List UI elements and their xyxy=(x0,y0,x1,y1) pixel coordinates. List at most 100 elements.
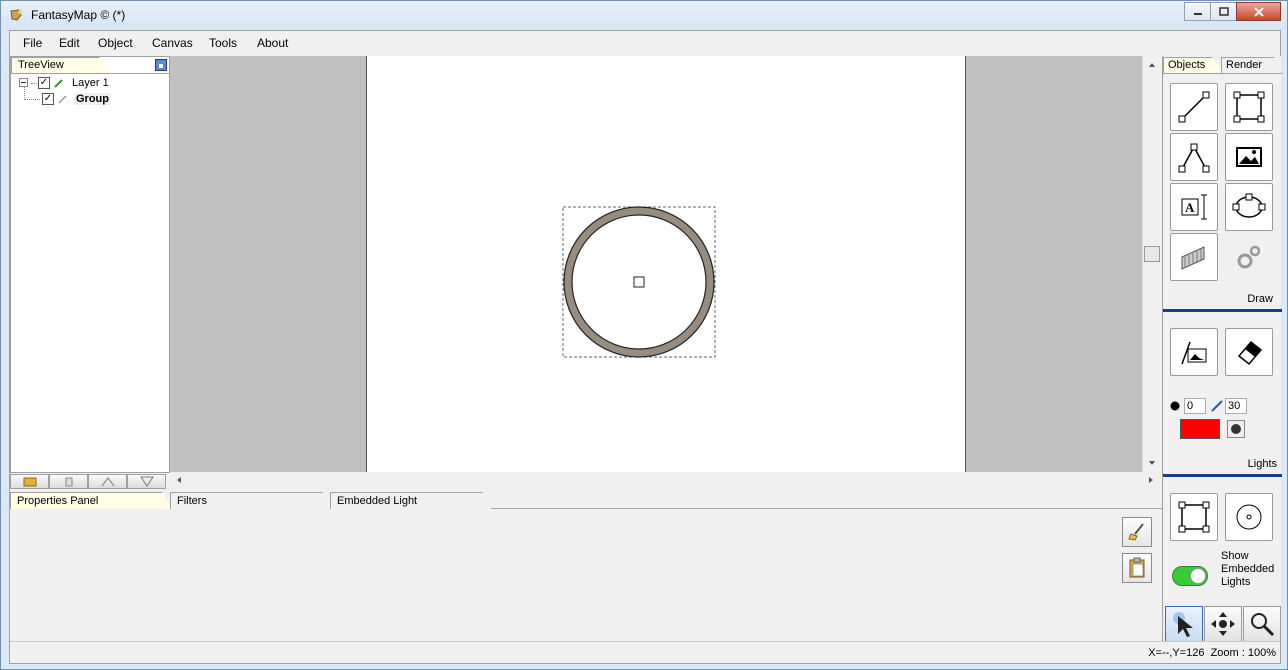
arrow-down-icon xyxy=(139,476,154,487)
select-tool[interactable] xyxy=(1165,606,1203,642)
brush-icon xyxy=(1211,400,1223,412)
menu-tools[interactable]: Tools xyxy=(209,36,237,50)
properties-panel xyxy=(10,509,1162,641)
tab-objects[interactable]: Objects xyxy=(1163,57,1223,73)
select-bounds-tool[interactable] xyxy=(1170,493,1218,541)
move-up-button[interactable] xyxy=(88,474,127,489)
main-window: FantasyMap © (*) File Edit Object Canvas… xyxy=(0,0,1288,670)
section-divider xyxy=(1163,474,1282,477)
menu-canvas[interactable]: Canvas xyxy=(152,36,193,50)
polyline-icon xyxy=(1178,143,1210,173)
zoom-level: Zoom : 100% xyxy=(1210,647,1276,659)
arrow-up-icon xyxy=(101,477,114,487)
move-down-button[interactable] xyxy=(127,474,166,489)
menu-about[interactable]: About xyxy=(257,36,288,50)
light-radius-input[interactable]: 0 xyxy=(1184,398,1206,414)
clipboard-icon xyxy=(1129,557,1145,578)
drawing-surface[interactable] xyxy=(367,56,967,472)
zoom-tool[interactable] xyxy=(1243,606,1281,642)
tab-filters[interactable]: Filters xyxy=(170,492,332,509)
paint-light-tool[interactable] xyxy=(1170,328,1218,376)
ellipse-icon xyxy=(1232,193,1266,218)
pencil-icon xyxy=(58,95,67,104)
tab-embedded-light[interactable]: Embedded Light xyxy=(330,492,492,509)
text-icon: A xyxy=(1181,194,1207,220)
eraser-tool[interactable] xyxy=(1225,328,1273,376)
add-layer-button[interactable] xyxy=(10,474,49,489)
trash-icon xyxy=(65,477,72,487)
eraser-icon xyxy=(1237,340,1263,366)
paste-properties-button[interactable] xyxy=(1122,553,1152,583)
scroll-left-icon[interactable] xyxy=(172,472,186,488)
light-color-swatch[interactable] xyxy=(1180,419,1220,439)
brush-dot-icon xyxy=(1170,401,1180,411)
text-tool[interactable]: A xyxy=(1170,183,1218,231)
move-tool[interactable] xyxy=(1204,606,1242,642)
minimize-button[interactable] xyxy=(1184,2,1211,21)
center-handle xyxy=(633,276,645,288)
tab-objects-label: Objects xyxy=(1168,59,1206,71)
group-checkbox[interactable]: ✓ xyxy=(42,93,54,105)
image-icon xyxy=(1236,147,1262,167)
menu-object[interactable]: Object xyxy=(98,36,133,50)
close-button[interactable] xyxy=(1236,2,1281,21)
light-size-input[interactable]: 30 xyxy=(1225,398,1247,414)
minimize-icon xyxy=(1193,12,1202,15)
tree-item-label: Group xyxy=(74,93,111,105)
tree-item-layer[interactable]: ✓ Layer 1 xyxy=(19,77,109,89)
tab-treeview[interactable]: TreeView xyxy=(11,57,111,73)
toggle-knob xyxy=(1190,568,1206,584)
pin-icon xyxy=(159,64,163,68)
menu-edit[interactable]: Edit xyxy=(59,36,80,50)
maximize-icon xyxy=(1218,7,1229,16)
bottom-tab-strip: Properties Panel Filters Embedded Light xyxy=(10,492,1162,509)
tab-filters-label: Filters xyxy=(177,495,207,507)
show-embedded-lights-label: Show Embedded Lights xyxy=(1221,550,1275,588)
tools-panel: Objects Render A Draw 0 30 Lights Show E… xyxy=(1162,56,1283,642)
embedded-lights-toggle[interactable] xyxy=(1172,566,1208,586)
lights-section-label: Lights xyxy=(1247,458,1277,470)
bounds-icon xyxy=(1178,501,1210,533)
status-bar: X=--,Y=126 Zoom : 100% xyxy=(10,641,1280,663)
scroll-up-icon[interactable] xyxy=(1144,58,1160,72)
scroll-thumb[interactable] xyxy=(1144,246,1160,262)
pattern-tool[interactable] xyxy=(1170,233,1218,281)
line-tool[interactable] xyxy=(1170,83,1218,131)
ellipse-tool[interactable] xyxy=(1225,183,1273,231)
app-body: File Edit Object Canvas Tools About Tree… xyxy=(9,30,1283,664)
menu-file[interactable]: File xyxy=(23,36,42,50)
generator-tool[interactable] xyxy=(1225,233,1273,281)
tree-view-panel: TreeView ✓ Layer 1 ✓ Group xyxy=(10,56,170,473)
title-bar: FantasyMap © (*) xyxy=(1,1,1287,30)
point-light-tool[interactable] xyxy=(1225,493,1273,541)
scroll-down-icon[interactable] xyxy=(1144,456,1160,470)
tree-item-group[interactable]: ✓ Group xyxy=(24,93,111,105)
circle-fill-icon xyxy=(1231,424,1241,434)
vertical-scrollbar[interactable] xyxy=(1142,56,1160,472)
close-icon xyxy=(1253,6,1264,17)
menu-bar: File Edit Object Canvas Tools About xyxy=(10,31,1280,55)
canvas-viewport[interactable] xyxy=(170,56,1142,472)
clear-properties-button[interactable] xyxy=(1122,517,1152,547)
app-icon xyxy=(10,9,22,21)
circle-icon xyxy=(1236,504,1262,530)
move-icon xyxy=(1211,612,1235,636)
light-shape-button[interactable] xyxy=(1227,420,1245,438)
polyline-tool[interactable] xyxy=(1170,133,1218,181)
horizontal-scrollbar[interactable] xyxy=(170,472,1160,488)
layer-checkbox[interactable]: ✓ xyxy=(38,77,50,89)
cursor-icon xyxy=(1173,612,1193,637)
image-tool[interactable] xyxy=(1225,133,1273,181)
pencil-icon xyxy=(54,79,63,88)
tab-properties[interactable]: Properties Panel xyxy=(10,492,172,509)
magnifier-icon xyxy=(1251,613,1275,637)
canvas-page[interactable] xyxy=(366,56,966,472)
panel-pin-button[interactable] xyxy=(155,59,167,71)
pattern-icon xyxy=(1181,246,1205,270)
delete-layer-button[interactable] xyxy=(49,474,88,489)
scroll-right-icon[interactable] xyxy=(1144,472,1158,488)
window-title: FantasyMap © (*) xyxy=(31,8,126,22)
tab-render[interactable]: Render xyxy=(1221,57,1283,73)
rectangle-tool[interactable] xyxy=(1225,83,1273,131)
maximize-button[interactable] xyxy=(1210,2,1237,21)
